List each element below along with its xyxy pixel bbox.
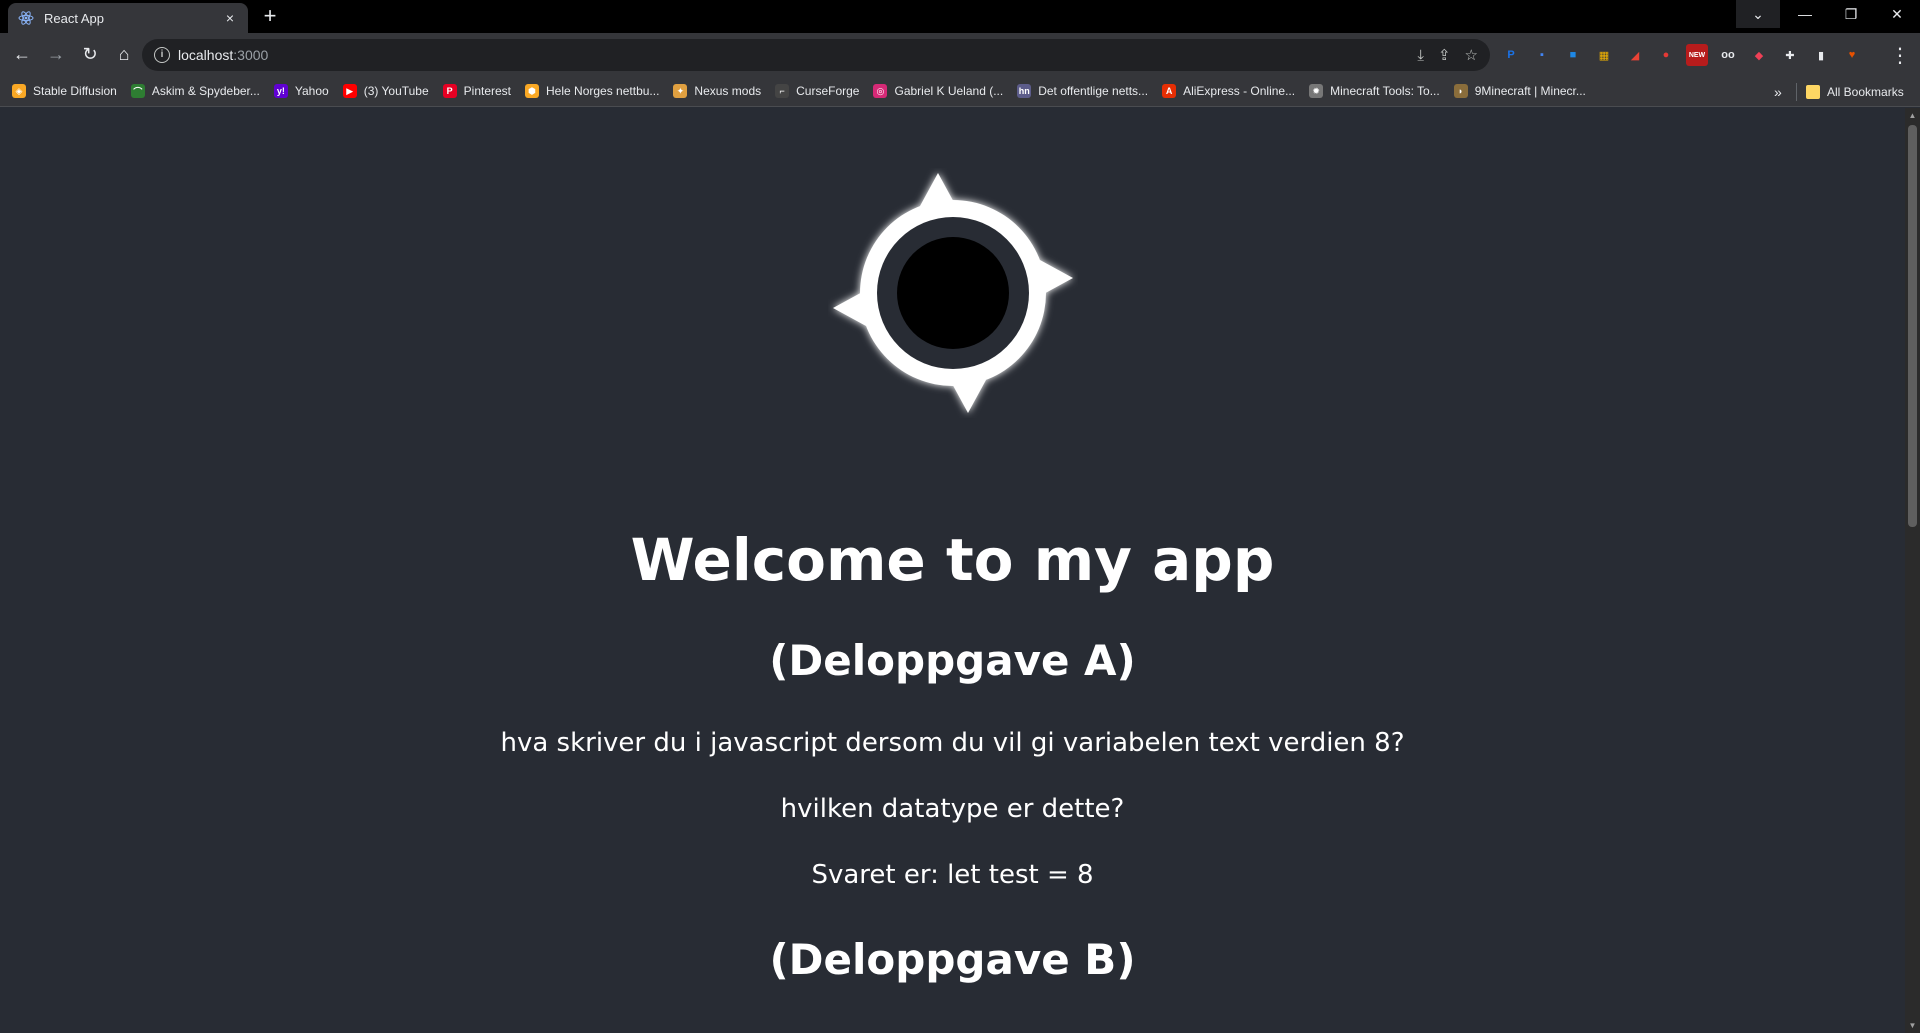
bookmark-stable-diffusion-favicon-icon: ◈ xyxy=(12,84,26,98)
browser-toolbar: ← → ↻ ⌂ i localhost:3000 ⤓ ⇪ ☆ P ▪ ■ ▦ ◢ ● NEW… xyxy=(0,33,1920,76)
new-tab-button[interactable]: + xyxy=(258,5,282,29)
minimize-button[interactable]: — xyxy=(1782,0,1828,28)
bookmark-pinterest-favicon-icon: P xyxy=(442,84,457,98)
home-button[interactable]: ⌂ xyxy=(108,39,140,71)
section-heading-a: (Deloppgave A) xyxy=(769,636,1136,685)
page-scrollbar[interactable]: ▲ ▼ xyxy=(1905,108,1920,1033)
back-button[interactable]: ← xyxy=(6,39,38,71)
bookmark-stable-diffusion[interactable]: ◈ Stable Diffusion xyxy=(12,84,117,98)
bookmark-offentlige[interactable]: hn Det offentlige netts... xyxy=(1017,84,1148,98)
bookmark-label: Gabriel K Ueland (... xyxy=(894,84,1004,98)
bookmark-curseforge-favicon-icon: ⌐ xyxy=(775,84,790,98)
app-logo-icon xyxy=(828,168,1078,418)
bookmark-askim-favicon-icon: ⌒ xyxy=(130,84,145,98)
folder-icon xyxy=(1806,84,1820,99)
all-bookmarks-label: All Bookmarks xyxy=(1827,84,1904,99)
page-viewport: Welcome to my app (Deloppgave A) hva skr… xyxy=(0,108,1905,1033)
side-panel-icon[interactable]: ▮ xyxy=(1810,44,1832,66)
bookmark-label: Askim & Spydeber... xyxy=(151,84,260,98)
extensions-area: P ▪ ■ ▦ ◢ ● NEW oo ◆ ✚ ▮ ♥ xyxy=(1500,39,1863,71)
bookmark-instagram[interactable]: ◎ Gabriel K Ueland (... xyxy=(873,84,1003,98)
bookmark-nettbutikk[interactable]: ⬢ Hele Norges nettbu... xyxy=(525,84,659,98)
bookmark-label: Minecraft Tools: To... xyxy=(1330,84,1440,98)
section-heading-b: (Deloppgave B) xyxy=(769,935,1136,984)
bookmark-yahoo[interactable]: y! Yahoo xyxy=(273,84,329,98)
site-info-icon[interactable]: i xyxy=(154,47,170,63)
bookmark-label: AliExpress - Online... xyxy=(1183,84,1296,98)
question-text-1: hva skriver du i javascript dersom du vi… xyxy=(500,728,1405,758)
bookmark-label: CurseForge xyxy=(796,84,860,98)
bookmark-9minecraft[interactable]: ◗ 9Minecraft | Minecr... xyxy=(1453,84,1586,98)
ext-announce-icon[interactable]: ◢ xyxy=(1624,44,1646,66)
bookmark-label: Stable Diffusion xyxy=(33,84,117,98)
url-host: localhost xyxy=(178,47,234,63)
bookmark-pinterest[interactable]: P Pinterest xyxy=(442,84,512,98)
scroll-up-arrow-icon[interactable]: ▲ xyxy=(1905,108,1920,123)
scroll-down-arrow-icon[interactable]: ▼ xyxy=(1905,1018,1920,1033)
bookmark-nexus-mods-favicon-icon: ✦ xyxy=(673,84,688,98)
bookmark-curseforge[interactable]: ⌐ CurseForge xyxy=(775,84,859,98)
question-text-2: hvilken datatype er dette? xyxy=(780,794,1125,824)
bookmark-aliexpress[interactable]: A AliExpress - Online... xyxy=(1162,84,1295,98)
bookmark-instagram-favicon-icon: ◎ xyxy=(873,84,888,98)
tab-close-icon[interactable]: × xyxy=(222,10,238,26)
bookmark-label: Pinterest xyxy=(463,84,512,98)
ext-glasses-icon[interactable]: oo xyxy=(1717,44,1739,66)
ext-tab-icon[interactable]: ▪ xyxy=(1531,44,1553,66)
bookmark-label: Nexus mods xyxy=(694,84,762,98)
scroll-thumb[interactable] xyxy=(1908,125,1917,527)
all-bookmarks-button[interactable]: All Bookmarks xyxy=(1806,76,1904,107)
bookmarks-overflow-button[interactable]: » xyxy=(1774,76,1782,107)
extensions-puzzle-icon[interactable]: ✚ xyxy=(1779,44,1801,66)
ext-pdf-icon[interactable]: P xyxy=(1500,44,1522,66)
address-bar[interactable]: i localhost:3000 ⤓ ⇪ ☆ xyxy=(142,39,1490,71)
bookmark-youtube-favicon-icon: ▶ xyxy=(342,84,357,98)
bookmark-9minecraft-favicon-icon: ◗ xyxy=(1453,84,1468,98)
tab-react-app[interactable]: React App × xyxy=(8,3,248,33)
tab-title: React App xyxy=(44,10,104,26)
bookmark-minecraft-tools[interactable]: ✹ Minecraft Tools: To... xyxy=(1309,84,1440,98)
bookmark-label: Det offentlige netts... xyxy=(1038,84,1149,98)
ext-new-icon[interactable]: NEW xyxy=(1686,44,1708,66)
browser-menu-icon[interactable]: ⋮ xyxy=(1884,39,1916,71)
tab-search-button[interactable]: ⌄ xyxy=(1736,0,1780,28)
bookmark-askim[interactable]: ⌒ Askim & Spydeber... xyxy=(130,84,260,98)
bookmarks-bar: ◈ Stable Diffusion ⌒ Askim & Spydeber... y! Y… xyxy=(0,76,1920,107)
bookmark-star-icon[interactable]: ☆ xyxy=(1465,46,1478,64)
ext-pocket-icon[interactable]: ◆ xyxy=(1748,44,1770,66)
bookmarks-divider xyxy=(1796,83,1797,101)
forward-button[interactable]: → xyxy=(40,39,72,71)
tab-strip: React App × + ⌄ — ❐ ✕ xyxy=(0,0,1920,33)
bookmark-nexus-mods[interactable]: ✦ Nexus mods xyxy=(673,84,761,98)
url-port: :3000 xyxy=(233,47,269,63)
window-controls: ⌄ — ❐ ✕ xyxy=(1736,0,1920,33)
bookmark-youtube[interactable]: ▶ (3) YouTube xyxy=(342,84,429,98)
bookmark-offentlige-favicon-icon: hn xyxy=(1017,84,1032,98)
ext-color-icon[interactable]: ▦ xyxy=(1593,44,1615,66)
install-app-icon[interactable]: ⤓ xyxy=(1417,47,1424,64)
bookmark-yahoo-favicon-icon: y! xyxy=(273,84,288,98)
restore-button[interactable]: ❐ xyxy=(1828,0,1874,28)
bookmark-label: (3) YouTube xyxy=(363,84,429,98)
page-heading: Welcome to my app xyxy=(630,526,1275,594)
ext-folder-icon[interactable]: ■ xyxy=(1562,44,1584,66)
profile-avatar-icon[interactable]: ♥ xyxy=(1841,44,1863,66)
bookmark-nettbutikk-favicon-icon: ⬢ xyxy=(525,84,540,98)
bookmark-label: Yahoo xyxy=(294,84,329,98)
close-window-button[interactable]: ✕ xyxy=(1874,0,1920,28)
ext-shield-icon[interactable]: ● xyxy=(1655,44,1677,66)
answer-text: Svaret er: let test = 8 xyxy=(811,860,1094,890)
reload-button[interactable]: ↻ xyxy=(74,39,106,71)
bookmark-label: 9Minecraft | Minecr... xyxy=(1474,84,1586,98)
bookmark-minecraft-tools-favicon-icon: ✹ xyxy=(1309,84,1324,98)
react-favicon-icon xyxy=(18,10,34,26)
share-icon[interactable]: ⇪ xyxy=(1438,46,1451,64)
bookmark-label: Hele Norges nettbu... xyxy=(546,84,660,98)
bookmark-aliexpress-favicon-icon: A xyxy=(1162,84,1177,98)
